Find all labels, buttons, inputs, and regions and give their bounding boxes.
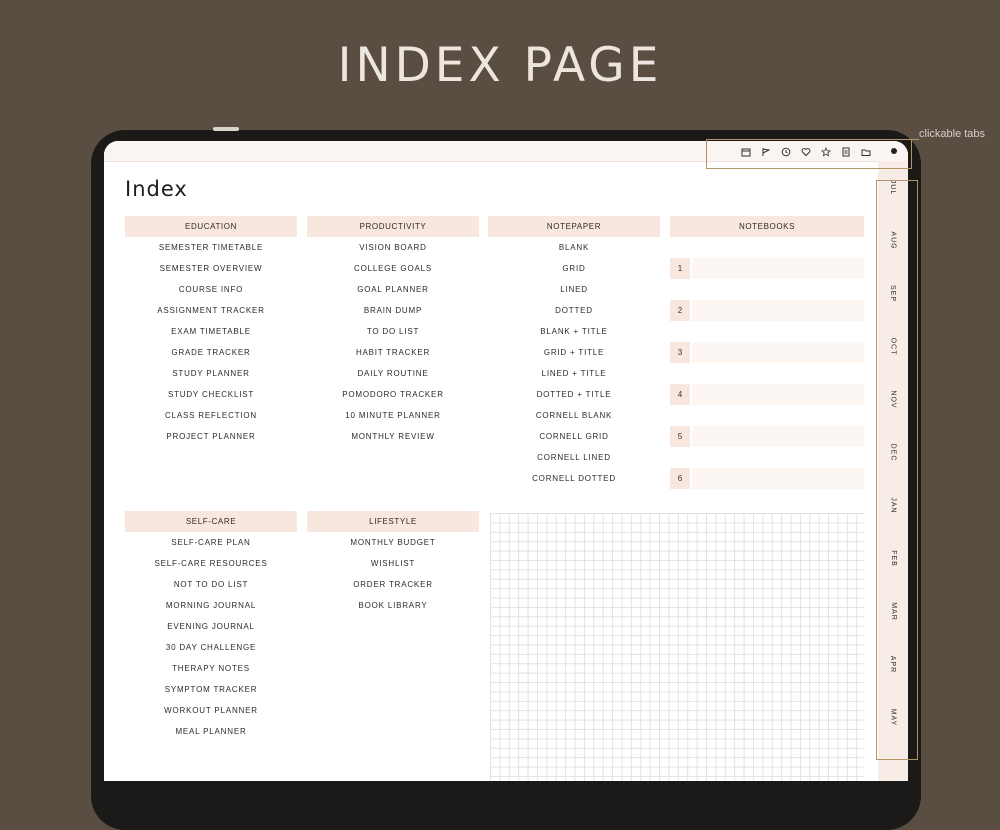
productivity-item[interactable]: POMODORO TRACKER bbox=[307, 384, 479, 405]
notebook-spacer bbox=[670, 279, 864, 300]
notebook-number: 6 bbox=[670, 468, 690, 489]
education-item[interactable]: SEMESTER TIMETABLE bbox=[125, 237, 297, 258]
notepaper-item[interactable]: GRID + TITLE bbox=[488, 342, 660, 363]
notebook-number: 3 bbox=[670, 342, 690, 363]
selfcare-header[interactable]: SELF-CARE bbox=[125, 511, 297, 532]
notebook-spacer bbox=[670, 237, 864, 258]
selfcare-item[interactable]: THERAPY NOTES bbox=[125, 658, 297, 679]
education-item[interactable]: ASSIGNMENT TRACKER bbox=[125, 300, 297, 321]
notebook-number: 5 bbox=[670, 426, 690, 447]
notepaper-item[interactable]: CORNELL LINED bbox=[488, 447, 660, 468]
notebook-number: 4 bbox=[670, 384, 690, 405]
selfcare-item[interactable]: WORKOUT PLANNER bbox=[125, 700, 297, 721]
notebook-title-field[interactable] bbox=[692, 384, 864, 405]
notebooks-column: NOTEBOOKS 1 2 3 4 5 6 bbox=[670, 216, 864, 489]
education-item[interactable]: CLASS REFLECTION bbox=[125, 405, 297, 426]
notepaper-header[interactable]: NOTEPAPER bbox=[488, 216, 660, 237]
education-item[interactable]: GRADE TRACKER bbox=[125, 342, 297, 363]
notebook-row[interactable]: 5 bbox=[670, 426, 864, 447]
notebook-title-field[interactable] bbox=[692, 468, 864, 489]
selfcare-item[interactable]: MEAL PLANNER bbox=[125, 721, 297, 742]
notepaper-item[interactable]: DOTTED bbox=[488, 300, 660, 321]
notebook-spacer bbox=[670, 363, 864, 384]
notebook-title-field[interactable] bbox=[692, 342, 864, 363]
notebook-title-field[interactable] bbox=[692, 300, 864, 321]
notebooks-header[interactable]: NOTEBOOKS bbox=[670, 216, 864, 237]
notepaper-item[interactable]: CORNELL BLANK bbox=[488, 405, 660, 426]
page-title: Index bbox=[125, 177, 188, 201]
productivity-item[interactable]: HABIT TRACKER bbox=[307, 342, 479, 363]
productivity-item[interactable]: GOAL PLANNER bbox=[307, 279, 479, 300]
lifestyle-item[interactable]: MONTHLY BUDGET bbox=[307, 532, 479, 553]
notebook-row[interactable]: 4 bbox=[670, 384, 864, 405]
lifestyle-column: LIFESTYLE MONTHLY BUDGET WISHLIST ORDER … bbox=[307, 511, 479, 616]
selfcare-item[interactable]: SYMPTOM TRACKER bbox=[125, 679, 297, 700]
productivity-item[interactable]: MONTHLY REVIEW bbox=[307, 426, 479, 447]
lifestyle-item[interactable]: WISHLIST bbox=[307, 553, 479, 574]
callout-leader-line bbox=[910, 139, 919, 140]
notebook-title-field[interactable] bbox=[692, 426, 864, 447]
notebook-title-field[interactable] bbox=[692, 258, 864, 279]
education-column: EDUCATION SEMESTER TIMETABLE SEMESTER OV… bbox=[125, 216, 297, 447]
month-tabs-highlight-outline bbox=[876, 180, 918, 760]
education-item[interactable]: EXAM TIMETABLE bbox=[125, 321, 297, 342]
notepaper-item[interactable]: GRID bbox=[488, 258, 660, 279]
lifestyle-item[interactable]: BOOK LIBRARY bbox=[307, 595, 479, 616]
productivity-item[interactable]: BRAIN DUMP bbox=[307, 300, 479, 321]
notebook-row[interactable]: 1 bbox=[670, 258, 864, 279]
education-item[interactable]: COURSE INFO bbox=[125, 279, 297, 300]
notepaper-item[interactable]: CORNELL GRID bbox=[488, 426, 660, 447]
education-item[interactable]: PROJECT PLANNER bbox=[125, 426, 297, 447]
notebook-number: 2 bbox=[670, 300, 690, 321]
selfcare-item[interactable]: NOT TO DO LIST bbox=[125, 574, 297, 595]
notebook-row[interactable]: 6 bbox=[670, 468, 864, 489]
notebook-spacer bbox=[670, 405, 864, 426]
notebook-number: 1 bbox=[670, 258, 690, 279]
notepaper-item[interactable]: CORNELL DOTTED bbox=[488, 468, 660, 489]
productivity-header[interactable]: PRODUCTIVITY bbox=[307, 216, 479, 237]
notebook-row[interactable]: 3 bbox=[670, 342, 864, 363]
education-item[interactable]: STUDY CHECKLIST bbox=[125, 384, 297, 405]
notepaper-item[interactable]: DOTTED + TITLE bbox=[488, 384, 660, 405]
productivity-item[interactable]: VISION BOARD bbox=[307, 237, 479, 258]
education-item[interactable]: STUDY PLANNER bbox=[125, 363, 297, 384]
toolbar-highlight-outline bbox=[706, 139, 912, 169]
selfcare-item[interactable]: 30 DAY CHALLENGE bbox=[125, 637, 297, 658]
tablet-screen: Index EDUCATION SEMESTER TIMETABLE SEMES… bbox=[104, 141, 908, 781]
headline: INDEX PAGE bbox=[337, 38, 663, 93]
selfcare-item[interactable]: MORNING JOURNAL bbox=[125, 595, 297, 616]
lifestyle-header[interactable]: LIFESTYLE bbox=[307, 511, 479, 532]
notepaper-item[interactable]: LINED + TITLE bbox=[488, 363, 660, 384]
notebook-spacer bbox=[670, 447, 864, 468]
grid-notes-area[interactable] bbox=[490, 513, 864, 781]
notebook-row[interactable]: 2 bbox=[670, 300, 864, 321]
selfcare-item[interactable]: EVENING JOURNAL bbox=[125, 616, 297, 637]
notepaper-item[interactable]: BLANK bbox=[488, 237, 660, 258]
selfcare-item[interactable]: SELF-CARE RESOURCES bbox=[125, 553, 297, 574]
tablet-button bbox=[213, 127, 239, 131]
notepaper-column: NOTEPAPER BLANK GRID LINED DOTTED BLANK … bbox=[488, 216, 660, 489]
lifestyle-item[interactable]: ORDER TRACKER bbox=[307, 574, 479, 595]
productivity-item[interactable]: 10 MINUTE PLANNER bbox=[307, 405, 479, 426]
productivity-item[interactable]: COLLEGE GOALS bbox=[307, 258, 479, 279]
education-item[interactable]: SEMESTER OVERVIEW bbox=[125, 258, 297, 279]
productivity-column: PRODUCTIVITY VISION BOARD COLLEGE GOALS … bbox=[307, 216, 479, 447]
selfcare-item[interactable]: SELF-CARE PLAN bbox=[125, 532, 297, 553]
notepaper-item[interactable]: BLANK + TITLE bbox=[488, 321, 660, 342]
productivity-item[interactable]: TO DO LIST bbox=[307, 321, 479, 342]
clickable-tabs-callout: clickable tabs bbox=[919, 128, 986, 140]
notepaper-item[interactable]: LINED bbox=[488, 279, 660, 300]
productivity-item[interactable]: DAILY ROUTINE bbox=[307, 363, 479, 384]
education-header[interactable]: EDUCATION bbox=[125, 216, 297, 237]
selfcare-column: SELF-CARE SELF-CARE PLAN SELF-CARE RESOU… bbox=[125, 511, 297, 742]
notebook-spacer bbox=[670, 321, 864, 342]
